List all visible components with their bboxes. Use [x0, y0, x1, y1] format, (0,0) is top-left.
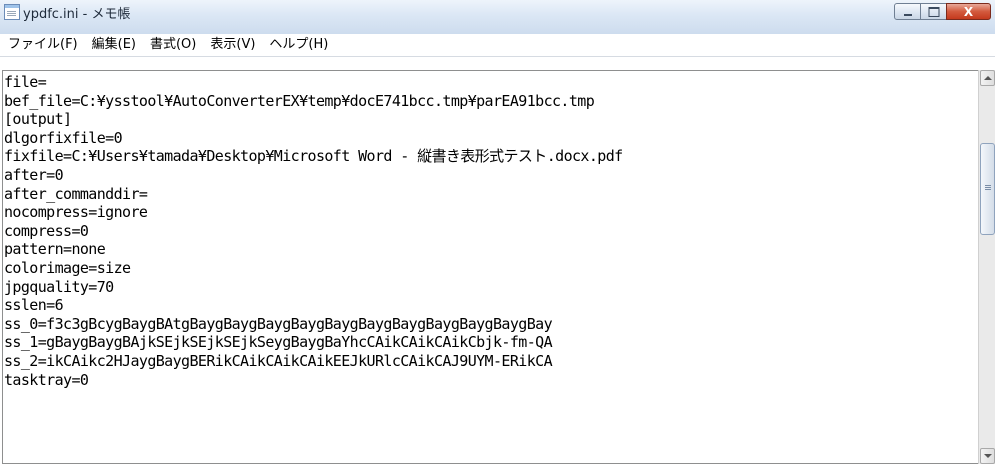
scroll-up-arrow-icon[interactable] — [980, 70, 995, 86]
editor-line: bef_file=C:¥ysstool¥AutoConverterEX¥temp… — [4, 91, 595, 110]
editor-line: tasktray=0 — [4, 370, 89, 389]
menu-help[interactable]: ヘルプ(H) — [262, 35, 335, 55]
editor-line: ss_0=f3c3gBcygBaygBAtgBaygBaygBaygBaygBa… — [4, 314, 553, 333]
vertical-scrollbar[interactable] — [978, 70, 995, 464]
editor-lines: file= bef_file=C:¥ysstool¥AutoConverterE… — [3, 73, 623, 389]
grip-icon — [985, 185, 991, 186]
editor-line: colorimage=size — [4, 258, 131, 277]
editor-line: pattern=none — [4, 240, 106, 259]
editor-line: compress=0 — [4, 221, 89, 240]
editor-line: after_commanddir= — [4, 184, 148, 203]
menu-bar: ファイル(F) 編集(E) 書式(O) 表示(V) ヘルプ(H) — [0, 34, 995, 57]
text-editor[interactable]: file= bef_file=C:¥ysstool¥AutoConverterE… — [2, 70, 978, 464]
menu-view[interactable]: 表示(V) — [203, 35, 262, 55]
editor-line: nocompress=ignore — [4, 203, 148, 222]
editor-line: [output] — [4, 110, 72, 129]
scrollbar-thumb[interactable] — [980, 143, 995, 235]
editor-line: ss_2=ikCAikc2HJaygBaygBERikCAikCAikCAikE… — [4, 351, 553, 370]
minimize-button[interactable] — [894, 3, 921, 20]
editor-line: file= — [4, 73, 47, 91]
maximize-button[interactable] — [920, 3, 947, 20]
maximize-icon — [928, 6, 939, 17]
editor-line: jpgquality=70 — [4, 277, 114, 296]
title-bar[interactable]: ypdfc.ini - メモ帳 X — [0, 0, 995, 34]
window-title: ypdfc.ini - メモ帳 — [23, 7, 131, 22]
menu-format[interactable]: 書式(O) — [143, 35, 203, 55]
minimize-icon — [903, 13, 912, 16]
editor-line: dlgorfixfile=0 — [4, 128, 123, 147]
close-button[interactable]: X — [946, 3, 991, 20]
notepad-window: ypdfc.ini - メモ帳 X ファイル(F) 編集(E) 書式(O) 表示… — [0, 0, 995, 464]
editor-line: ss_1=gBaygBaygBAjkSEjkSEjkSEjkSeygBaygBa… — [4, 333, 553, 352]
menu-file[interactable]: ファイル(F) — [0, 35, 85, 55]
menu-edit[interactable]: 編集(E) — [85, 35, 143, 55]
caption-buttons: X — [894, 3, 991, 21]
editor-line: fixfile=C:¥Users¥tamada¥Desktop¥Microsof… — [4, 147, 623, 166]
notepad-icon — [4, 4, 20, 20]
scroll-down-arrow-icon[interactable] — [980, 448, 995, 464]
editor-line: after=0 — [4, 165, 64, 184]
close-icon: X — [963, 4, 974, 19]
editor-line: sslen=6 — [4, 296, 64, 315]
